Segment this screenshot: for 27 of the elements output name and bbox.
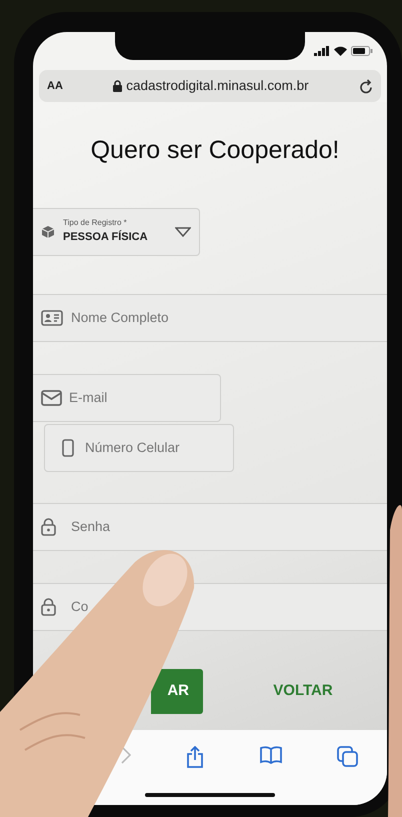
select-value: PESSOA FÍSICA <box>63 229 148 246</box>
page-title: Quero ser Cooperado! <box>90 135 340 166</box>
battery-icon <box>351 46 373 56</box>
id-card-icon <box>41 308 63 326</box>
book-icon[interactable] <box>260 746 282 764</box>
cube-icon <box>41 224 55 238</box>
padlock-icon <box>41 598 56 616</box>
phone-icon <box>62 438 74 456</box>
url-text[interactable]: cadastrodigital.minasul.com.br <box>126 76 309 96</box>
submit-button[interactable]: AR <box>151 668 203 714</box>
share-icon[interactable] <box>186 746 204 768</box>
tabs-icon[interactable] <box>337 746 360 768</box>
caret-icon <box>175 226 191 236</box>
text-size-button[interactable]: AA <box>47 78 63 94</box>
back-button[interactable]: VOLTAR <box>238 678 368 704</box>
input-field[interactable]: E-mail <box>33 374 221 422</box>
register-type-select[interactable]: Tipo de Registro * PESSOA FÍSICA <box>33 208 200 256</box>
lock-icon <box>113 80 122 92</box>
input-field[interactable]: Senha <box>33 502 387 550</box>
reload-icon[interactable] <box>359 78 373 94</box>
envelope-icon <box>41 390 62 406</box>
wifi-icon <box>334 46 347 56</box>
input-field[interactable]: Nome Completo <box>33 294 387 342</box>
signal-icon <box>314 46 330 56</box>
input-field[interactable]: Número Celular <box>44 424 234 472</box>
padlock-icon <box>41 518 56 536</box>
field-label: Tipo de Registro * <box>63 217 128 230</box>
